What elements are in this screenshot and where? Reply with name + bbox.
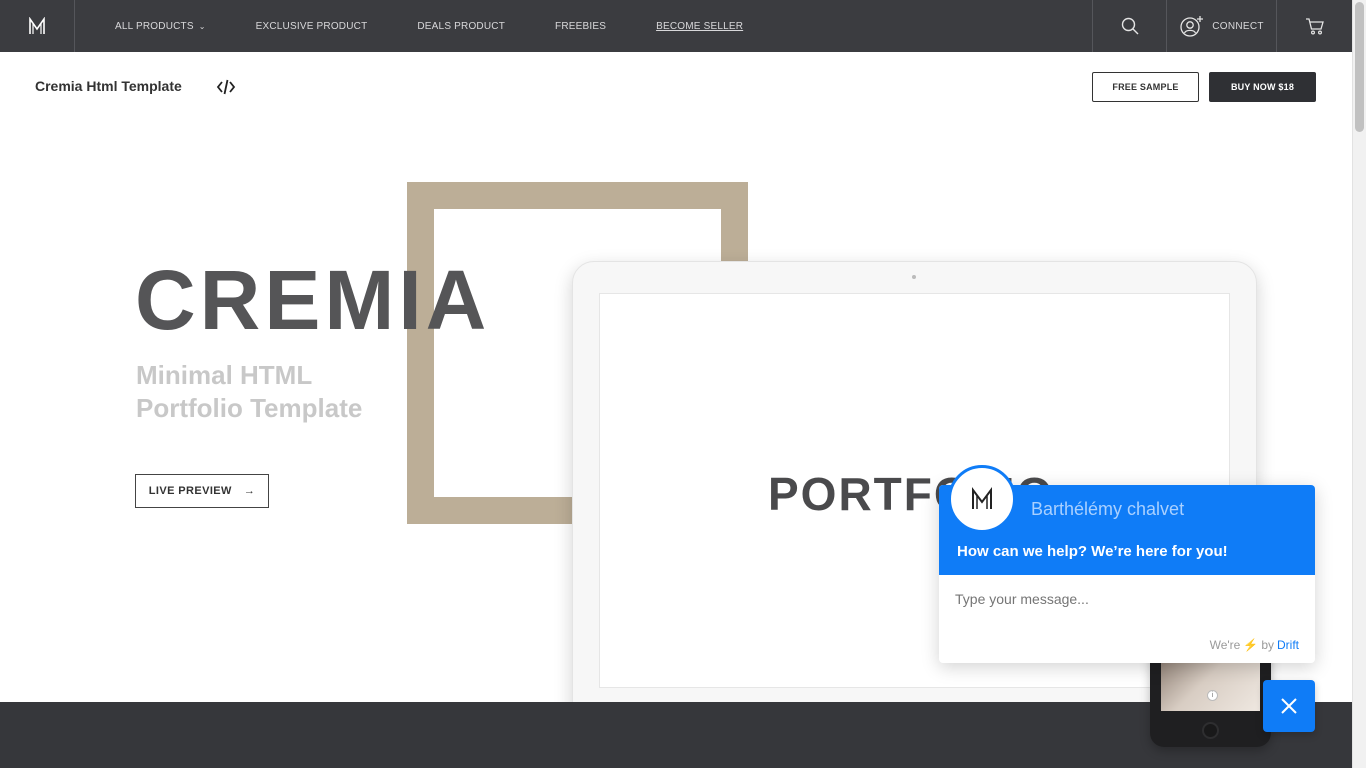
scrollbar[interactable] <box>1352 0 1366 768</box>
chat-help-text: How can we help? We’re here for you! <box>957 543 1228 560</box>
nav-links: ALL PRODUCTS ⌄ EXCLUSIVE PRODUCT DEALS P… <box>115 0 793 52</box>
m-logo-icon <box>29 17 45 34</box>
connect-button[interactable]: CONNECT <box>1166 0 1277 52</box>
nav-exclusive-product[interactable]: EXCLUSIVE PRODUCT <box>256 21 368 32</box>
live-preview-label: LIVE PREVIEW <box>148 485 232 497</box>
hero-subtitle-line1: Minimal HTML <box>136 360 313 390</box>
laptop-camera <box>912 275 916 279</box>
free-sample-button[interactable]: FREE SAMPLE <box>1092 72 1199 102</box>
arrow-right-icon: → <box>243 485 256 497</box>
nav-all-products[interactable]: ALL PRODUCTS ⌄ <box>115 21 206 32</box>
close-icon <box>1281 698 1297 714</box>
live-preview-button[interactable]: LIVE PREVIEW → <box>135 474 269 508</box>
page: ALL PRODUCTS ⌄ EXCLUSIVE PRODUCT DEALS P… <box>0 0 1366 768</box>
phone-home-button <box>1202 722 1219 739</box>
nav-freebies[interactable]: FREEBIES <box>555 21 606 32</box>
search-button[interactable] <box>1092 0 1167 52</box>
chat-widget: Barthélémy chalvet How can we help? We’r… <box>939 465 1315 663</box>
chat-header: Barthélémy chalvet How can we help? We’r… <box>939 465 1315 575</box>
chat-agent-name: Barthélémy chalvet <box>1031 499 1185 519</box>
cart-button[interactable] <box>1276 0 1352 52</box>
hero-title: CREMIA <box>135 253 491 347</box>
hero-subtitle: Minimal HTML Portfolio Template <box>136 359 436 425</box>
chat-close-button[interactable] <box>1263 680 1315 732</box>
avatar <box>948 465 1016 533</box>
chat-footer-brand[interactable]: Drift <box>1277 638 1299 652</box>
info-icon: i <box>1207 690 1218 701</box>
code-icon <box>216 77 236 102</box>
search-icon <box>1121 17 1139 35</box>
lightning-icon: ⚡ <box>1243 638 1259 652</box>
chevron-down-icon: ⌄ <box>198 21 206 31</box>
top-navbar: ALL PRODUCTS ⌄ EXCLUSIVE PRODUCT DEALS P… <box>0 0 1352 52</box>
chat-footer: We're ⚡ by Drift <box>1210 638 1299 652</box>
phone-screen-image <box>1161 655 1260 711</box>
nav-deals-product[interactable]: DEALS PRODUCT <box>417 21 505 32</box>
logo[interactable] <box>0 0 75 52</box>
m-logo-icon <box>972 487 992 509</box>
connect-label: CONNECT <box>1212 20 1264 32</box>
scrollbar-thumb[interactable] <box>1355 2 1364 132</box>
user-add-icon <box>1180 16 1204 37</box>
buy-now-button[interactable]: BUY NOW $18 <box>1209 72 1316 102</box>
product-title: Cremia Html Template <box>35 78 182 94</box>
hero-subtitle-line2: Portfolio Template <box>136 393 363 423</box>
chat-footer-prefix: We're <box>1209 638 1241 652</box>
nav-all-products-label: ALL PRODUCTS <box>115 20 194 32</box>
chat-footer-by: by <box>1261 638 1274 652</box>
nav-become-seller[interactable]: BECOME SELLER <box>656 21 743 32</box>
chat-message-input[interactable] <box>955 591 1295 607</box>
cart-icon <box>1305 18 1324 35</box>
